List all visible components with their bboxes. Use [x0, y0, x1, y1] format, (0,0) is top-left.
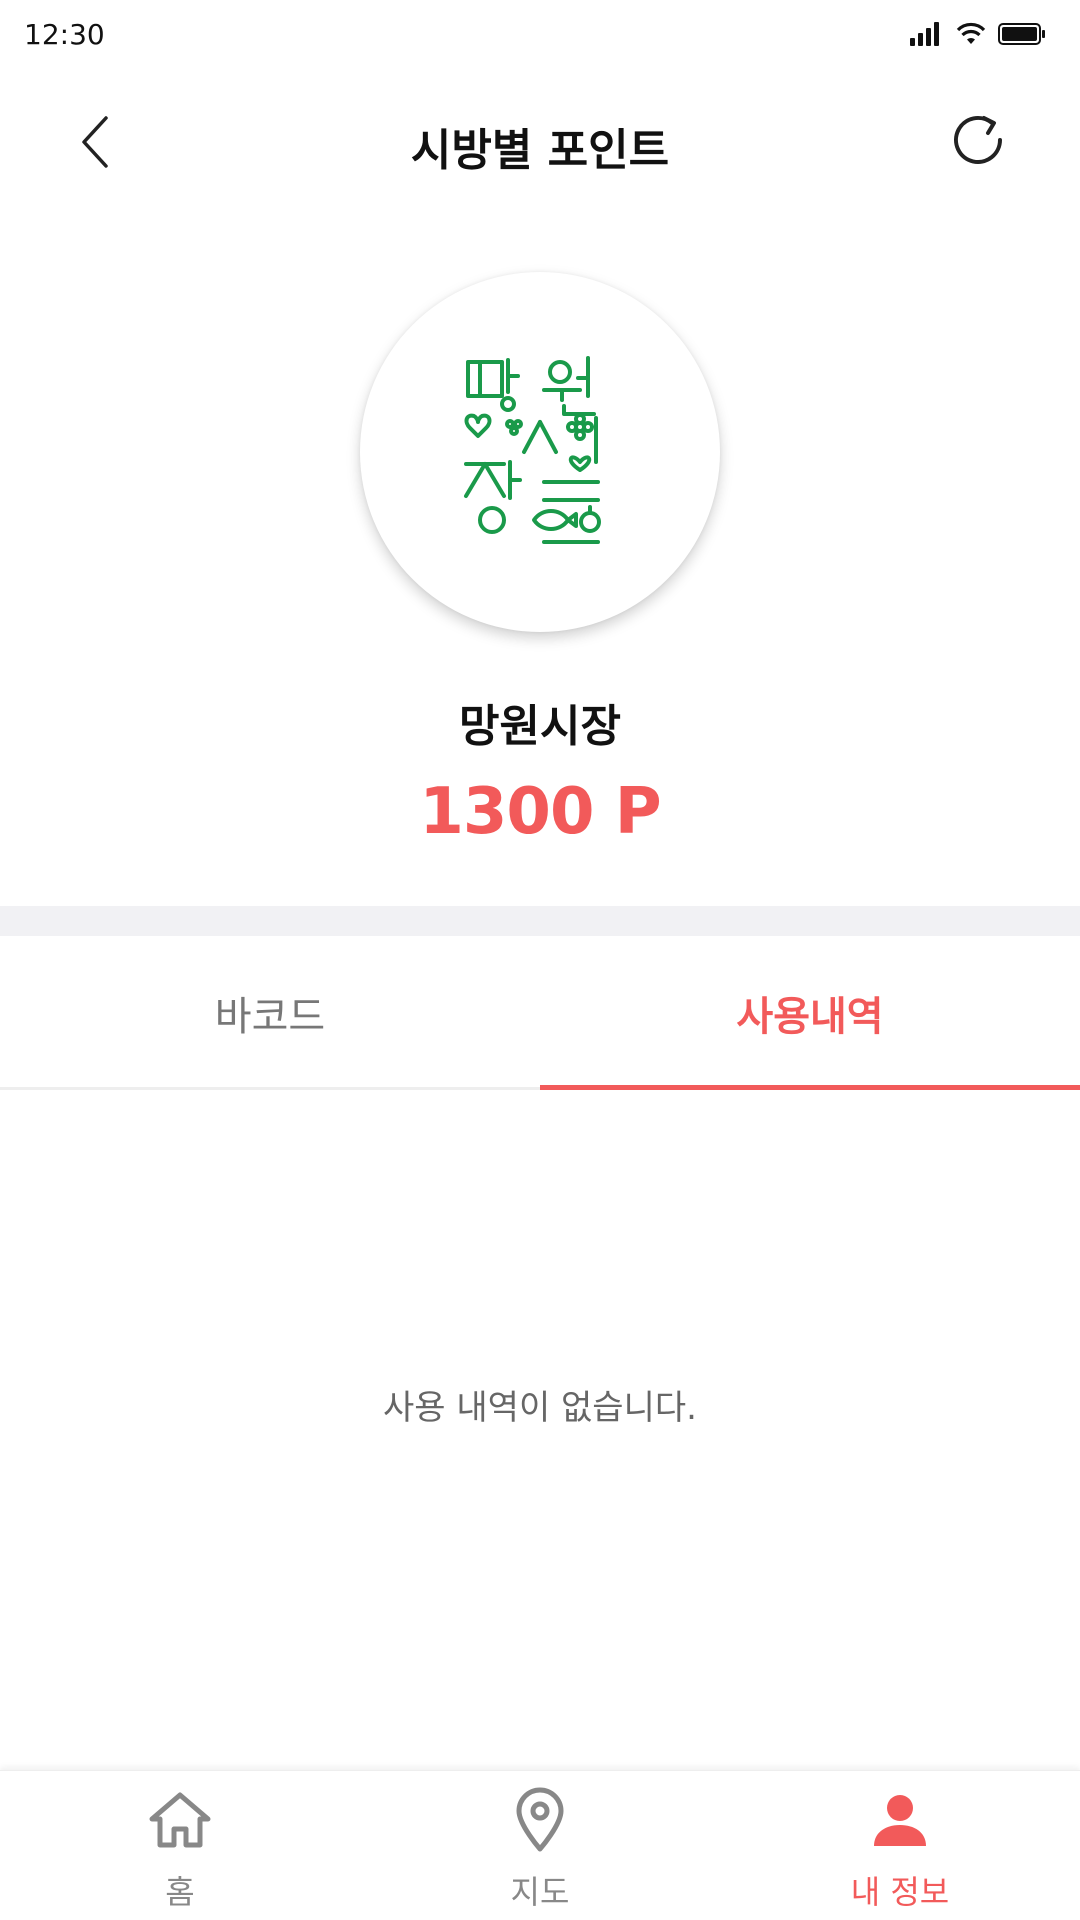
status-bar: 12:30 [0, 0, 1080, 72]
market-logo-graphic [464, 356, 601, 544]
page-title: 시방별 포인트 [410, 125, 670, 176]
nav-map-label: 지도 [510, 1873, 570, 1911]
section-divider [0, 906, 1080, 936]
nav-home-label: 홈 [165, 1873, 195, 1911]
market-logo [360, 272, 720, 632]
nav-myinfo[interactable]: 내 정보 [720, 1771, 1080, 1920]
status-icons [910, 20, 1046, 52]
points-balance: 1300 P [419, 775, 661, 849]
status-time: 12:30 [24, 18, 105, 51]
wifi-icon [956, 22, 986, 50]
nav-map[interactable]: 지도 [360, 1771, 720, 1920]
header: 시방별 포인트 [0, 90, 1080, 200]
empty-history-message: 사용 내역이 없습니다. [383, 1388, 697, 1428]
market-name: 망원시장 [459, 701, 621, 752]
tab-barcode[interactable]: 바코드 [0, 936, 540, 1090]
map-pin-icon [505, 1785, 575, 1855]
signal-icon [910, 22, 944, 50]
active-tab-indicator [540, 1085, 1080, 1090]
tab-bar: 바코드 사용내역 [0, 936, 1080, 1090]
battery-icon [998, 22, 1046, 50]
user-icon [865, 1785, 935, 1855]
home-icon [145, 1785, 215, 1855]
nav-myinfo-label: 내 정보 [850, 1873, 950, 1911]
nav-home[interactable]: 홈 [0, 1771, 360, 1920]
refresh-icon [948, 110, 1012, 178]
tab-history[interactable]: 사용내역 [540, 936, 1080, 1090]
refresh-button[interactable] [944, 108, 1016, 180]
app-root: 12:30 시방별 포인트 망원시장 1300 P 바코드 사용내역 사용 내역… [0, 0, 1080, 1920]
bottom-nav: 홈 지도 내 정보 [0, 1770, 1080, 1920]
